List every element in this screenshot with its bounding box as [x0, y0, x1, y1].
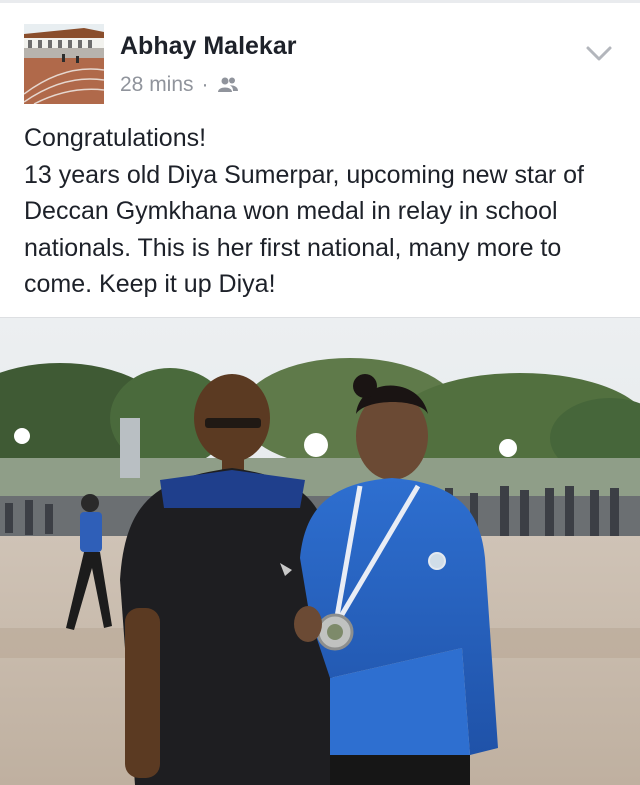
- meta-separator: ·: [201, 73, 209, 96]
- friends-icon: [217, 77, 238, 92]
- photo-picture: [0, 318, 640, 785]
- post-text: Congratulations! 13 years old Diya Sumer…: [24, 124, 584, 298]
- chevron-down-icon[interactable]: [584, 42, 614, 64]
- post-header: Abhay Malekar 28 mins ·: [0, 0, 640, 120]
- post-meta: 28 mins ·: [120, 73, 239, 97]
- post-timestamp[interactable]: 28 mins: [120, 73, 194, 97]
- author-name[interactable]: Abhay Malekar: [120, 32, 296, 61]
- avatar-stadium-picture: [24, 24, 104, 104]
- post-photo[interactable]: [0, 318, 640, 785]
- avatar[interactable]: [24, 24, 104, 104]
